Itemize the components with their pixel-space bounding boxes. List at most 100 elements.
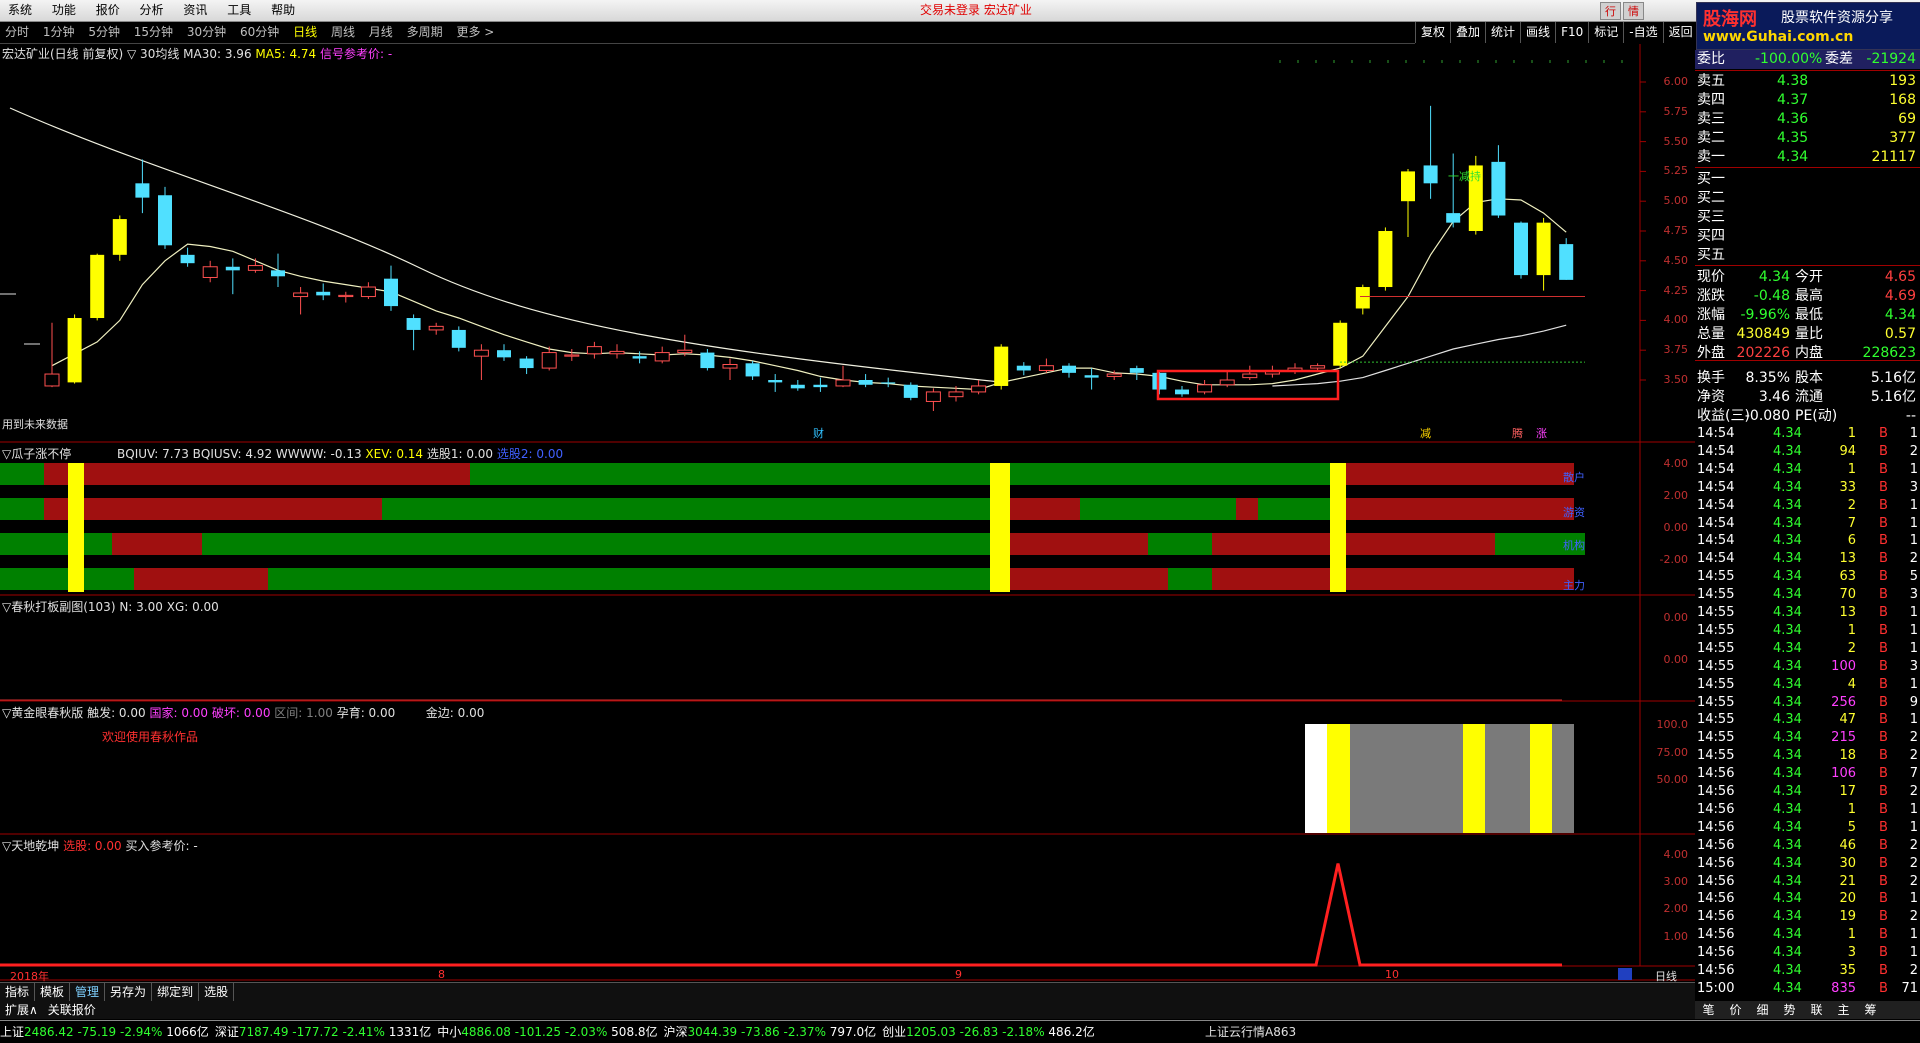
p2-yellow-column	[68, 463, 84, 592]
rtab-6[interactable]: 筹	[1857, 1001, 1884, 1019]
tick-time: 14:54	[1697, 479, 1735, 495]
tick-price: 4.34	[1773, 497, 1802, 513]
rtab-3[interactable]: 势	[1776, 1001, 1803, 1019]
rtab-0[interactable]: 笔	[1695, 1001, 1722, 1019]
candle-body	[1536, 222, 1551, 276]
ask-row[interactable]: 卖四 4.37 168	[1695, 91, 1920, 110]
tick-row: 14:56 4.34 35 B 2	[1695, 962, 1920, 980]
index-amount: 797.0亿	[829, 1025, 877, 1039]
tab-save-as[interactable]: 另存为	[105, 983, 153, 1001]
p2-yellow-column	[1330, 463, 1346, 592]
tick-volume: 1	[1847, 801, 1856, 817]
tick-price: 4.34	[1773, 461, 1802, 477]
tick-volume: 33	[1839, 479, 1856, 495]
index-quote[interactable]: 创业1205.03 -26.83 -2.18% 486.2亿	[882, 1021, 1095, 1043]
ask-row[interactable]: 卖一 4.34 21117	[1695, 148, 1920, 167]
p2-bar-segment	[112, 533, 202, 555]
candle-body	[1559, 244, 1574, 280]
panel4-yunyu: 孕育: 0.00	[336, 706, 396, 720]
p2-bar-segment	[1236, 498, 1258, 520]
index-quote[interactable]: 深证7187.49 -177.72 -2.41% 1331亿	[215, 1021, 431, 1043]
tick-time: 14:55	[1697, 658, 1735, 674]
panel3-title[interactable]: ▽春秋打板副图(103)	[2, 600, 116, 614]
rtab-4[interactable]: 联	[1803, 1001, 1830, 1019]
p2-bar-segment	[382, 498, 1010, 520]
bid-row[interactable]: 买二	[1695, 189, 1920, 208]
tick-time: 14:56	[1697, 819, 1735, 835]
p2-row-label-3: 主力	[1563, 579, 1585, 592]
tab-bind[interactable]: 绑定到	[152, 983, 200, 1001]
tick-volume: 35	[1839, 963, 1856, 978]
bid-row[interactable]: 买四	[1695, 227, 1920, 246]
tick-count: 2	[1909, 748, 1918, 764]
tick-price: 4.34	[1773, 784, 1802, 799]
panel4-title[interactable]: ▽黄金眼春秋版	[2, 706, 83, 720]
tick-count: 2	[1909, 837, 1918, 853]
tick-price: 4.34	[1773, 837, 1802, 853]
tab-manage[interactable]: 管理	[70, 983, 106, 1001]
tick-row: 14:56 4.34 17 B 2	[1695, 783, 1920, 801]
tab-template[interactable]: 模板	[35, 983, 71, 1001]
bid-row[interactable]: 买五	[1695, 246, 1920, 265]
scroll-handle[interactable]	[1618, 968, 1632, 980]
panel2-sel1: 选股1: 0.00	[426, 447, 494, 461]
tab-expand[interactable]: 扩展∧	[0, 1001, 43, 1019]
index-quote[interactable]: 上证2486.42 -75.19 -2.94% 1066亿	[0, 1021, 209, 1043]
panel2-sel2: 选股2: 0.00	[496, 447, 564, 461]
tick-count: 1	[1909, 819, 1918, 835]
tick-row: 14:54 4.34 7 B 1	[1695, 515, 1920, 533]
panel5-buyref: 买入参考价: -	[125, 839, 198, 853]
candle-body	[541, 352, 557, 369]
p2-bar-segment	[134, 568, 268, 590]
tick-price: 4.34	[1773, 694, 1802, 710]
bid-row[interactable]: 买一	[1695, 170, 1920, 189]
tick-count: 2	[1909, 730, 1918, 746]
weicha-label: 委差	[1825, 51, 1853, 67]
ask-row[interactable]: 卖二 4.35 377	[1695, 129, 1920, 148]
tab-related-quote[interactable]: 关联报价	[43, 1001, 101, 1019]
bid-row[interactable]: 买三	[1695, 208, 1920, 227]
panel5-xuangu: 选股: 0.00	[63, 839, 122, 853]
rtab-1[interactable]: 价	[1722, 1001, 1749, 1019]
tick-row: 14:56 4.34 5 B 1	[1695, 819, 1920, 837]
index-quote[interactable]: 中小4886.08 -101.25 -2.03% 508.8亿	[437, 1021, 657, 1043]
candle-body	[1084, 375, 1099, 378]
extension-tabs: 扩展∧ 关联报价	[0, 1001, 1695, 1019]
tick-time: 14:56	[1697, 927, 1735, 943]
index-change: -177.72	[292, 1025, 339, 1039]
tick-row: 14:54 4.34 2 B 1	[1695, 497, 1920, 515]
index-quote[interactable]: 沪深3044.39 -73.86 -2.37% 797.0亿	[664, 1021, 877, 1043]
quote-label-1: 收益(三)	[1697, 408, 1750, 424]
quote-label-2: 最低	[1795, 307, 1823, 323]
ask-row[interactable]: 卖五 4.38 193	[1695, 72, 1920, 91]
tick-row: 14:56 4.34 30 B 2	[1695, 855, 1920, 873]
tick-count: 2	[1909, 855, 1918, 871]
p2-bar-segment	[1010, 568, 1168, 590]
tick-side: B	[1879, 891, 1888, 907]
tick-row: 14:56 4.34 106 B 7	[1695, 765, 1920, 783]
candle-body	[925, 391, 941, 402]
ask-row[interactable]: 卖三 4.36 69	[1695, 110, 1920, 129]
rtab-2[interactable]: 细	[1749, 1001, 1776, 1019]
tab-select-stock[interactable]: 选股	[199, 983, 235, 1001]
rtab-5[interactable]: 主	[1830, 1001, 1857, 1019]
tick-count: 1	[1909, 801, 1918, 817]
tick-volume: 6	[1847, 533, 1856, 549]
candle-body	[1242, 373, 1258, 379]
tick-time: 14:55	[1697, 712, 1735, 728]
candle-body	[406, 318, 421, 330]
candle-body	[813, 384, 828, 388]
tab-indicator[interactable]: 指标	[0, 983, 36, 1001]
panel4-pohuai: 破坏: 0.00	[211, 706, 271, 720]
panel5-title[interactable]: ▽天地乾坤	[2, 839, 59, 853]
chart-area[interactable]: 一减持财 减 腾涨	[0, 0, 1695, 982]
quote-label-1: 涨幅	[1697, 307, 1725, 323]
candle-body	[112, 219, 127, 255]
tick-time: 14:56	[1697, 873, 1735, 889]
quote-value-1: 8.35%	[1745, 370, 1790, 386]
panel4-chufa: 触发: 0.00	[87, 706, 146, 720]
panel2-title[interactable]: ▽瓜子涨不停	[2, 447, 71, 461]
ask-volume: 69	[1898, 111, 1916, 127]
quote-separator	[1695, 265, 1920, 266]
candle-body	[428, 325, 444, 331]
